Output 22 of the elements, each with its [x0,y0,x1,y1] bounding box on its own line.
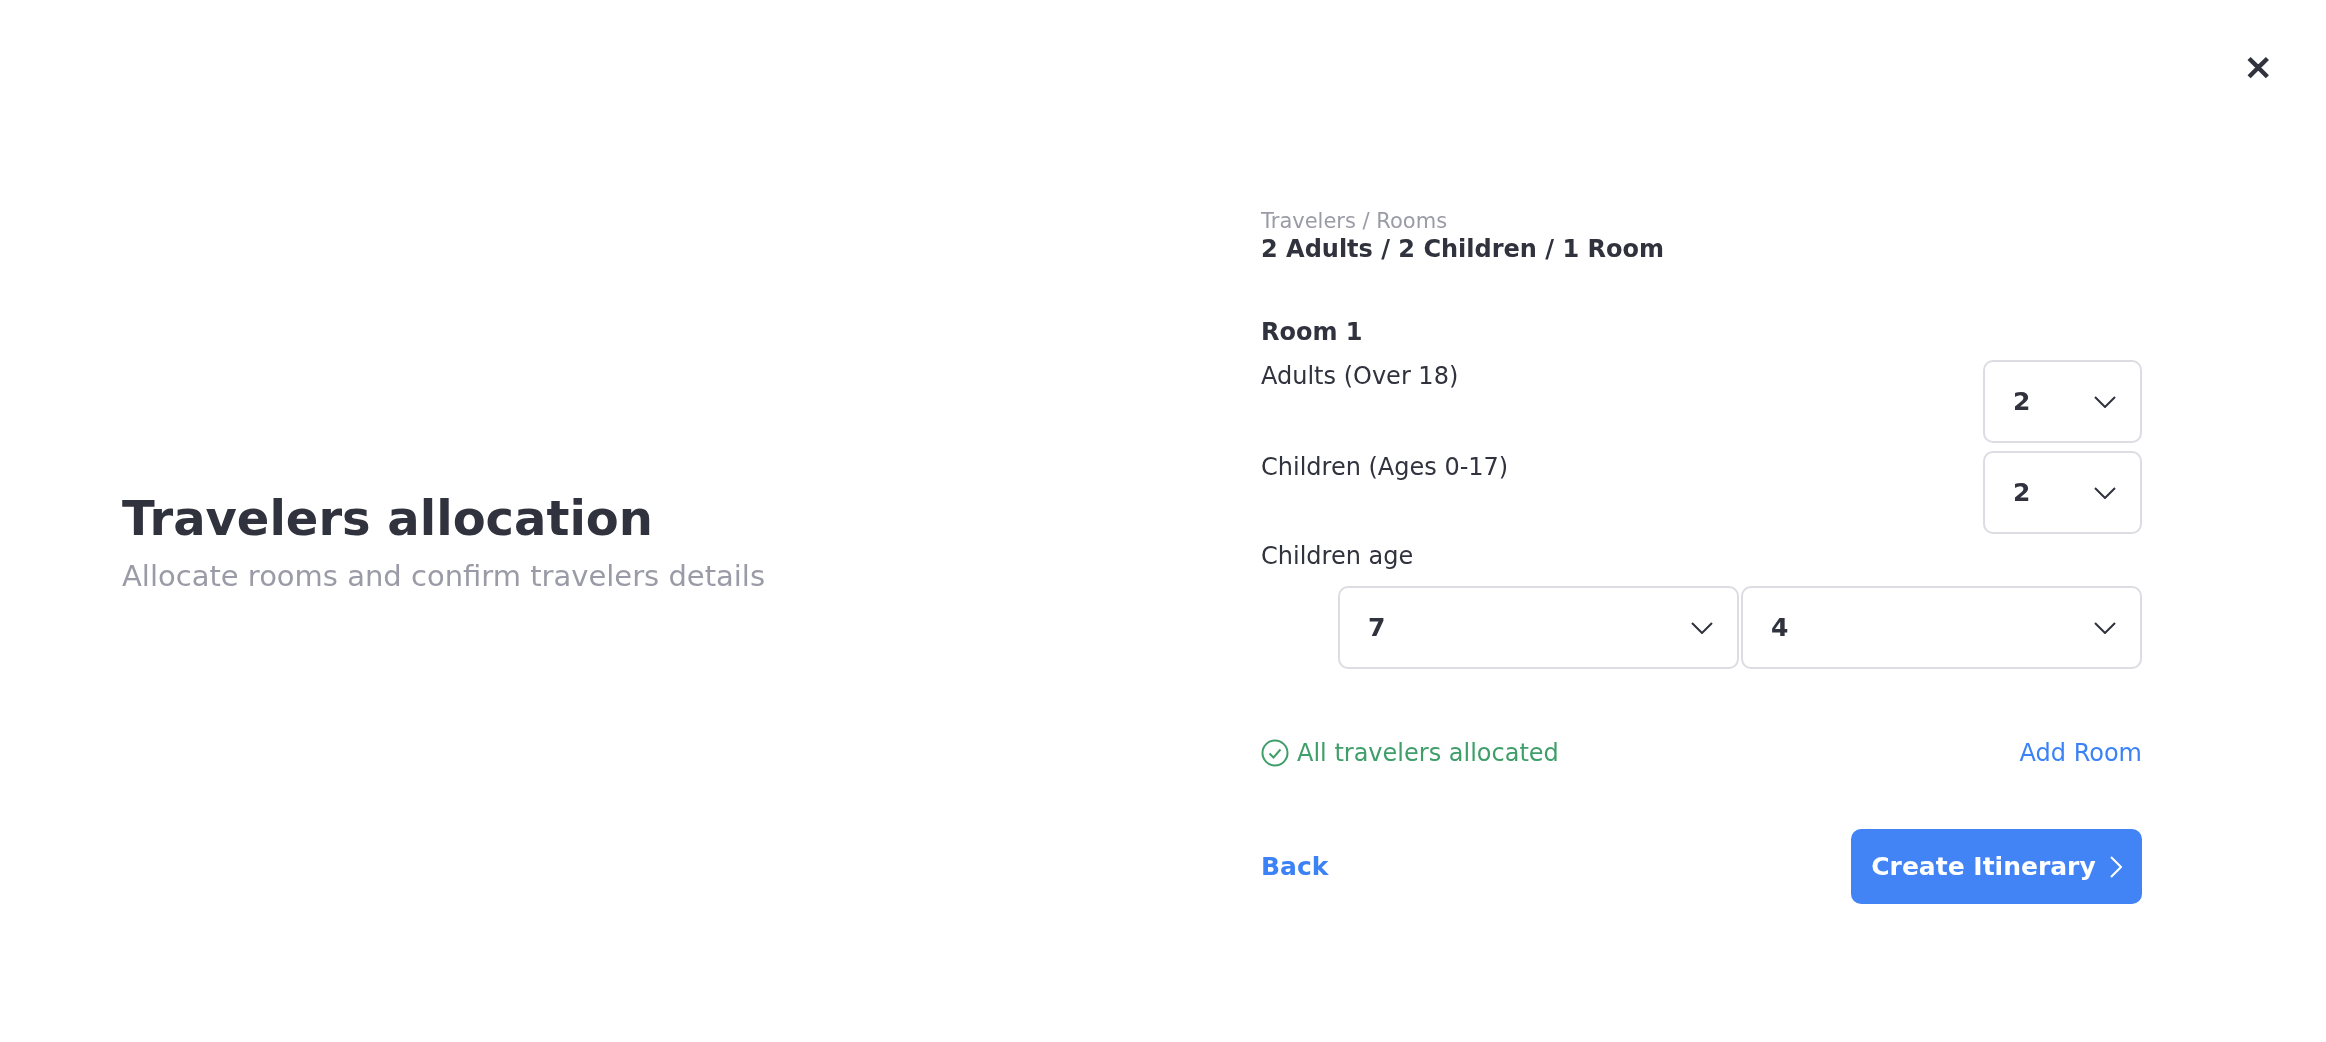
number-select[interactable]: 2 [1983,451,2142,534]
summary-label: Travelers / Rooms [1261,208,1449,234]
page-subtitle: Allocate rooms and confirm travelers details [122,558,766,595]
create-itinerary-button[interactable]: Create Itinerary [1851,829,2142,904]
close-button[interactable]: ✕ [2238,48,2278,88]
back-link[interactable]: Back [1261,852,1329,881]
page-title: Travelers allocation [122,489,654,548]
chevron-icon [2094,395,2116,408]
number-select[interactable]: 7 [1338,586,1739,669]
status-text: All travelers allocated [1297,739,1559,767]
add-room-link[interactable]: Add Room [2019,739,2142,767]
children-age-label: Children age [1261,541,1414,572]
chevron-icon [2094,621,2116,634]
chevron-icon [1691,621,1713,634]
count-label: Adults (Over 18) [1261,361,1459,392]
room-title: Room 1 [1261,317,1364,348]
chevron-icon [2094,486,2116,499]
number-select[interactable]: 2 [1983,360,2142,443]
chevron-icon [2109,855,2122,878]
number-select[interactable]: 4 [1741,586,2142,669]
count-label: Children (Ages 0-17) [1261,452,1509,483]
summary-value: 2 Adults / 2 Children / 1 Room [1261,234,1665,264]
